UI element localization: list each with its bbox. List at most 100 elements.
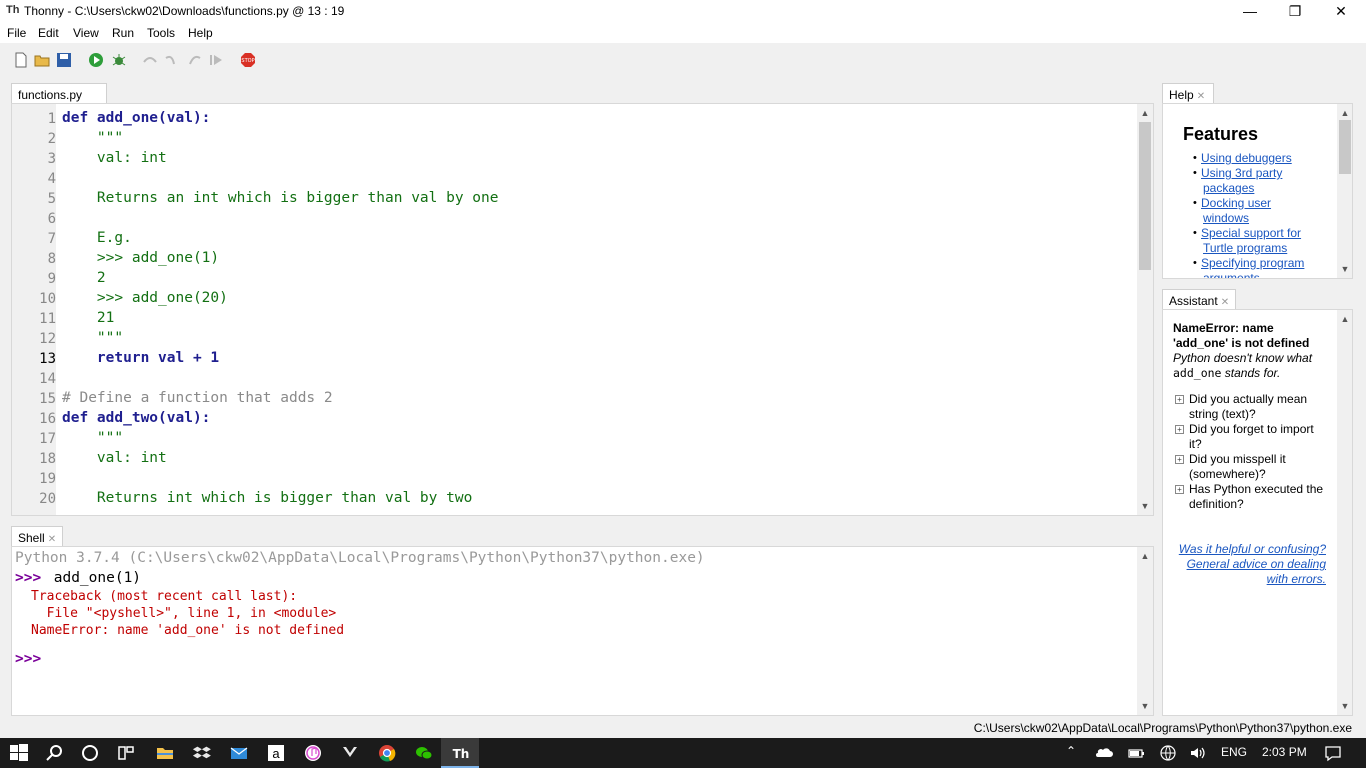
scroll-up-icon[interactable]: ▲ — [1337, 106, 1352, 120]
itunes-icon[interactable] — [303, 743, 323, 763]
suggestion-item[interactable]: string (text)? — [1189, 407, 1256, 421]
menu-help[interactable]: Help — [188, 26, 213, 40]
help-link[interactable]: Turtle programs — [1203, 241, 1287, 255]
line-number: 16 — [39, 411, 56, 427]
help-link[interactable]: Using debuggers — [1201, 151, 1292, 165]
scroll-down-icon[interactable]: ▼ — [1137, 699, 1153, 713]
svg-text:STOP: STOP — [241, 58, 254, 64]
expand-icon[interactable]: + — [1175, 425, 1184, 434]
code-editor[interactable]: 1 2 3 4 5 6 7 8 9 10 11 12 13 14 15 16 1… — [11, 103, 1154, 516]
advice-link[interactable]: General advice on dealing — [1187, 557, 1326, 571]
stop-icon[interactable]: STOP — [240, 52, 256, 68]
expand-icon[interactable]: + — [1175, 485, 1184, 494]
shell-scrollbar[interactable]: ▲ ▼ — [1137, 547, 1153, 715]
interpreter-path[interactable]: C:\Users\ckw02\AppData\Local\Programs\Py… — [974, 721, 1352, 735]
suggestion-item[interactable]: Did you misspell it — [1189, 452, 1286, 466]
feedback-link[interactable]: Was it helpful or confusing? — [1179, 542, 1326, 556]
menu-tools[interactable]: Tools — [147, 26, 175, 40]
resume-icon[interactable] — [208, 52, 224, 68]
help-scrollbar[interactable]: ▲ ▼ — [1337, 104, 1352, 278]
scroll-up-icon[interactable]: ▲ — [1137, 549, 1153, 563]
help-link[interactable]: Using 3rd party — [1201, 166, 1282, 180]
help-link[interactable]: arguments — [1203, 271, 1260, 278]
help-link[interactable]: Docking user — [1201, 196, 1271, 210]
scroll-thumb[interactable] — [1339, 120, 1351, 174]
menu-edit[interactable]: Edit — [38, 26, 59, 40]
editor-scrollbar[interactable]: ▲ ▼ — [1137, 104, 1153, 515]
show-hidden-icons-icon[interactable]: ⌃ — [1066, 744, 1076, 758]
task-view-icon[interactable] — [116, 743, 136, 763]
save-icon[interactable] — [56, 52, 72, 68]
code-line: return val + 1 — [62, 350, 220, 366]
run-icon[interactable] — [88, 52, 104, 68]
notifications-icon[interactable] — [1323, 743, 1343, 763]
shell-panel[interactable]: Python 3.7.4 (C:\Users\ckw02\AppData\Loc… — [11, 546, 1154, 716]
suggestion-item[interactable]: Has Python executed the — [1189, 482, 1323, 496]
windows-taskbar: a Th ⌃ ENG 2:03 PM — [0, 738, 1366, 768]
line-number: 3 — [47, 151, 56, 167]
help-link[interactable]: Special support for — [1201, 226, 1301, 240]
tab-functions-py[interactable]: functions.py *✕ — [11, 83, 107, 116]
menu-file[interactable]: File — [7, 26, 26, 40]
line-number: 17 — [39, 431, 56, 447]
advice-link[interactable]: with errors. — [1267, 572, 1326, 586]
scroll-thumb[interactable] — [1139, 122, 1151, 270]
suggestion-item[interactable]: (somewhere)? — [1189, 467, 1266, 481]
dropbox-icon[interactable] — [192, 743, 212, 763]
language-indicator[interactable]: ENG — [1221, 745, 1247, 759]
status-bar: C:\Users\ckw02\AppData\Local\Programs\Py… — [0, 718, 1366, 738]
line-number: 7 — [47, 231, 56, 247]
tab-help[interactable]: Help ✕ — [1162, 83, 1214, 103]
volume-icon[interactable] — [1188, 743, 1208, 763]
open-folder-icon[interactable] — [34, 52, 50, 68]
network-globe-icon[interactable] — [1158, 743, 1178, 763]
step-over-icon[interactable] — [142, 52, 158, 68]
app-icon[interactable] — [340, 743, 360, 763]
help-link[interactable]: windows — [1203, 211, 1249, 225]
scroll-down-icon[interactable]: ▼ — [1137, 499, 1153, 513]
suggestion-item[interactable]: Did you actually mean — [1189, 392, 1307, 406]
close-tab-icon[interactable]: ✕ — [48, 534, 56, 545]
suggestion-item[interactable]: it? — [1189, 437, 1202, 451]
onedrive-icon[interactable] — [1094, 743, 1114, 763]
scroll-up-icon[interactable]: ▲ — [1337, 312, 1352, 326]
menu-run[interactable]: Run — [112, 26, 134, 40]
file-explorer-icon[interactable] — [155, 743, 175, 763]
windows-start-icon[interactable] — [9, 743, 29, 763]
close-button[interactable]: ✕ — [1318, 0, 1364, 23]
suggestion-item[interactable]: Did you forget to import — [1189, 422, 1314, 436]
chrome-icon[interactable] — [377, 743, 397, 763]
close-tab-icon[interactable]: ✕ — [1197, 91, 1205, 102]
suggestion-item[interactable]: definition? — [1189, 497, 1244, 511]
amazon-icon[interactable]: a — [266, 743, 286, 763]
tab-shell[interactable]: Shell ✕ — [11, 526, 63, 546]
step-out-icon[interactable] — [186, 52, 202, 68]
tab-assistant[interactable]: Assistant ✕ — [1162, 289, 1236, 309]
debug-icon[interactable] — [111, 52, 127, 68]
minimize-button[interactable]: — — [1227, 0, 1273, 23]
scroll-down-icon[interactable]: ▼ — [1337, 699, 1352, 713]
expand-icon[interactable]: + — [1175, 455, 1184, 464]
restore-button[interactable]: ❐ — [1272, 0, 1318, 23]
scroll-down-icon[interactable]: ▼ — [1337, 262, 1352, 276]
battery-icon[interactable] — [1126, 743, 1146, 763]
scroll-up-icon[interactable]: ▲ — [1137, 106, 1153, 120]
step-into-icon[interactable] — [164, 52, 180, 68]
help-link[interactable]: Specifying program — [1201, 256, 1304, 270]
thonny-taskbar-button[interactable]: Th — [441, 738, 479, 768]
cortana-icon[interactable] — [80, 743, 100, 763]
help-link[interactable]: packages — [1203, 181, 1254, 195]
code-line: """ — [62, 330, 124, 346]
assistant-scrollbar[interactable]: ▲ ▼ — [1337, 310, 1352, 715]
menu-view[interactable]: View — [73, 26, 99, 40]
close-tab-icon[interactable]: ✕ — [1221, 297, 1229, 308]
shell-header: Python 3.7.4 (C:\Users\ckw02\AppData\Loc… — [15, 550, 705, 566]
expand-icon[interactable]: + — [1175, 395, 1184, 404]
shell-prompt: >>> — [15, 570, 42, 586]
search-icon[interactable] — [45, 743, 65, 763]
new-file-icon[interactable] — [13, 52, 29, 68]
clock[interactable]: 2:03 PM — [1262, 745, 1307, 759]
wechat-icon[interactable] — [414, 743, 434, 763]
mail-icon[interactable] — [229, 743, 249, 763]
line-number-current: 13 — [39, 351, 56, 367]
